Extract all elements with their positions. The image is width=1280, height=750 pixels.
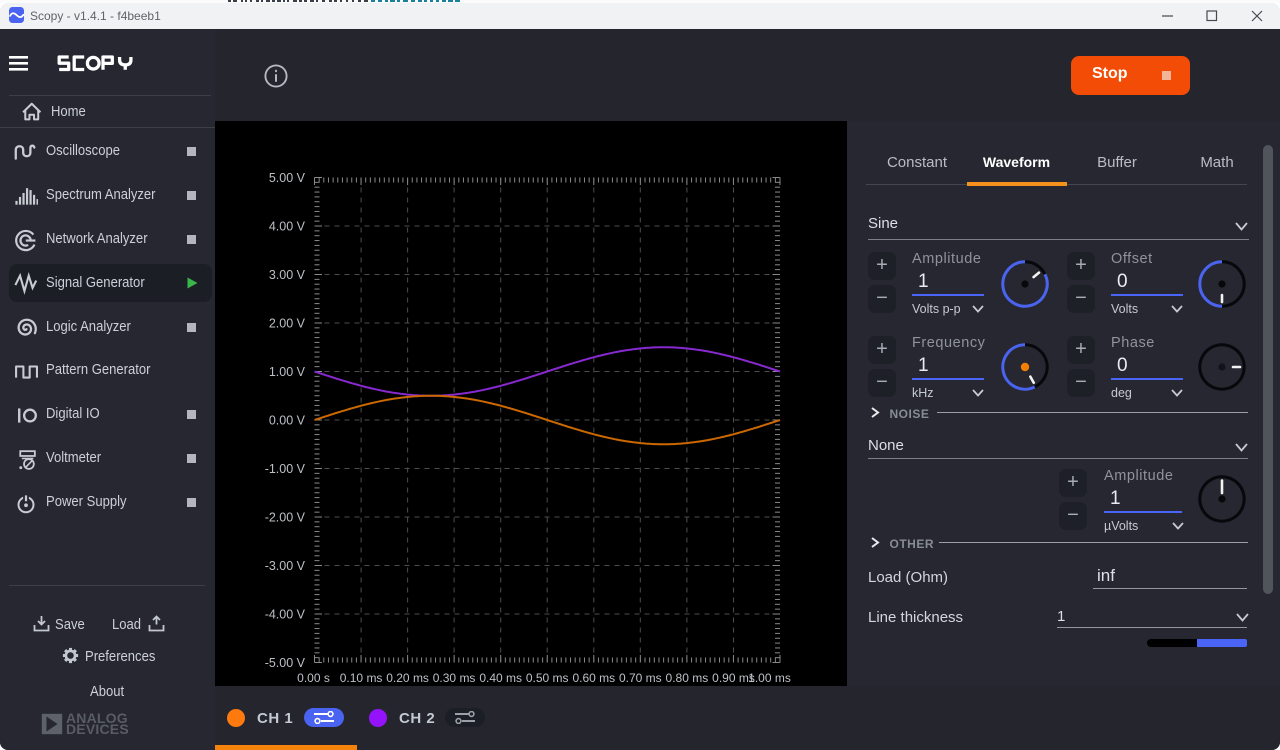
- svg-text:0.80 ms: 0.80 ms: [666, 671, 709, 685]
- svg-text:1.00 ms: 1.00 ms: [748, 671, 791, 685]
- svg-text:0.30 ms: 0.30 ms: [433, 671, 476, 685]
- svg-text:-1.00 V: -1.00 V: [265, 462, 306, 476]
- svg-text:0.00 s: 0.00 s: [297, 671, 330, 685]
- svg-text:0.60 ms: 0.60 ms: [572, 671, 615, 685]
- svg-text:0.40 ms: 0.40 ms: [479, 671, 522, 685]
- svg-text:-2.00 V: -2.00 V: [265, 511, 306, 525]
- svg-text:4.00 V: 4.00 V: [269, 220, 306, 234]
- svg-text:0.50 ms: 0.50 ms: [526, 671, 569, 685]
- svg-text:0.70 ms: 0.70 ms: [619, 671, 662, 685]
- svg-text:-4.00 V: -4.00 V: [265, 608, 306, 622]
- svg-text:2.00 V: 2.00 V: [269, 317, 306, 331]
- svg-text:-3.00 V: -3.00 V: [265, 559, 306, 573]
- svg-text:5.00 V: 5.00 V: [269, 171, 306, 185]
- svg-text:1.00 V: 1.00 V: [269, 365, 306, 379]
- svg-text:3.00 V: 3.00 V: [269, 268, 306, 282]
- svg-text:0.10 ms: 0.10 ms: [340, 671, 383, 685]
- svg-text:0.00 V: 0.00 V: [269, 414, 306, 428]
- svg-text:0.20 ms: 0.20 ms: [386, 671, 429, 685]
- svg-text:-5.00 V: -5.00 V: [265, 656, 306, 670]
